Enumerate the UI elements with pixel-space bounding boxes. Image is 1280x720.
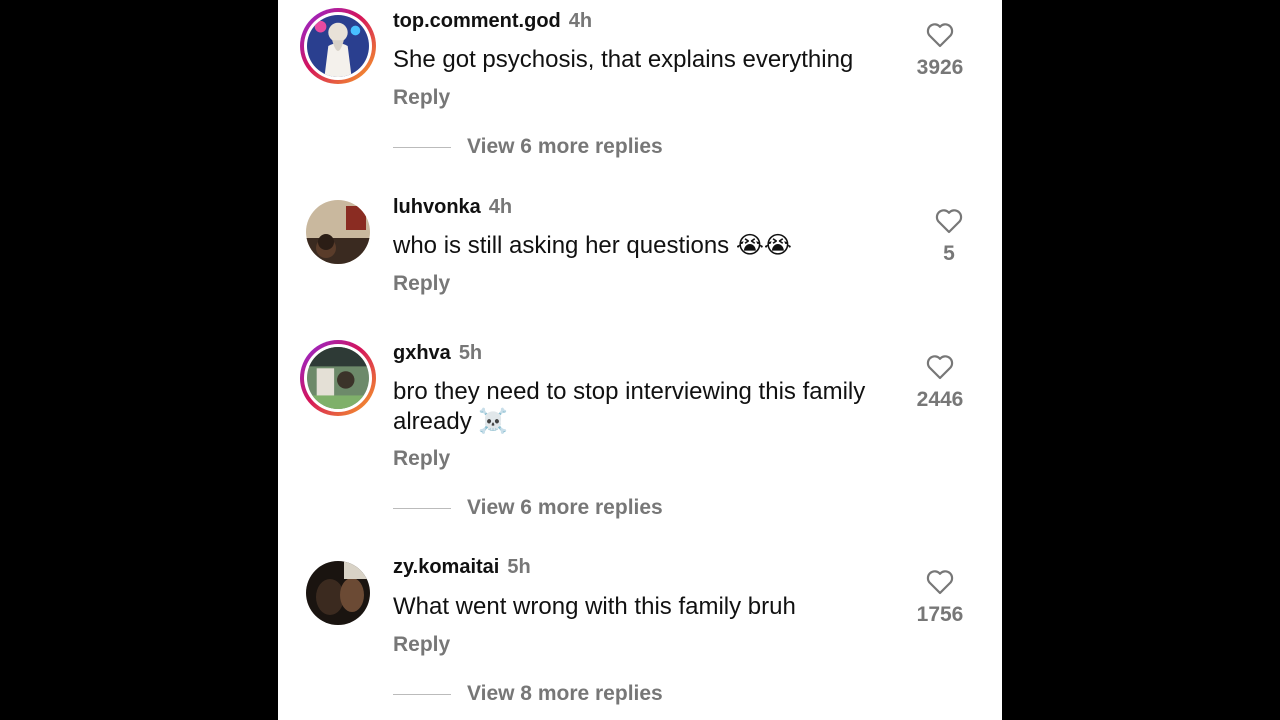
like-count: 2446	[916, 388, 964, 411]
avatar-image	[306, 561, 370, 625]
comment-username[interactable]: top.comment.god	[393, 10, 561, 32]
heart-outline-icon[interactable]	[926, 22, 954, 48]
like-count: 5	[943, 242, 955, 265]
comment-time: 5h	[507, 556, 531, 578]
reply-button[interactable]: Reply	[393, 447, 450, 471]
divider-line	[393, 146, 451, 148]
avatar[interactable]	[300, 8, 376, 84]
view-more-replies[interactable]: View 8 more replies	[393, 682, 663, 706]
view-more-replies-label: View 6 more replies	[467, 496, 663, 519]
comment-username[interactable]: luhvonka	[393, 196, 481, 218]
comment-text: What went wrong with this family bruh	[393, 593, 796, 620]
avatar[interactable]	[306, 200, 370, 264]
comment-time: 4h	[488, 196, 513, 218]
comment-username[interactable]: gxhva	[393, 342, 451, 364]
comments-panel[interactable]: top.comment.god 4h She got psychosis, tha…	[278, 0, 1002, 720]
reply-button[interactable]: Reply	[393, 86, 450, 110]
view-more-replies[interactable]: View 6 more replies	[393, 135, 663, 159]
view-more-replies-label: View 8 more replies	[467, 682, 663, 705]
comment-time: 5h	[458, 342, 483, 364]
heart-outline-icon[interactable]	[935, 208, 963, 234]
avatar-image	[307, 347, 369, 409]
avatar-image	[307, 15, 369, 77]
like-count: 3926	[916, 56, 964, 79]
divider-line	[393, 507, 451, 509]
like-group: 5	[909, 208, 989, 266]
reply-button[interactable]: Reply	[393, 272, 450, 296]
comment-username[interactable]: zy.komaitai	[393, 556, 499, 578]
avatar[interactable]	[306, 561, 370, 625]
reply-button[interactable]: Reply	[393, 633, 450, 657]
avatar-image	[306, 200, 370, 264]
comment-text: She got psychosis, that explains everyth…	[393, 46, 854, 73]
view-more-replies[interactable]: View 6 more replies	[393, 496, 663, 520]
heart-outline-icon[interactable]	[926, 569, 954, 595]
like-group: 2446	[900, 354, 980, 412]
like-group: 1756	[900, 569, 980, 627]
view-more-replies-label: View 6 more replies	[467, 135, 663, 158]
like-count: 1756	[916, 603, 964, 626]
comment-time: 4h	[568, 10, 593, 32]
avatar[interactable]	[300, 340, 376, 416]
divider-line	[393, 693, 451, 695]
comment-text: who is still asking her questions 😭😭	[393, 232, 792, 259]
like-group: 3926	[900, 22, 980, 80]
comment-text: bro they need to stop interviewing this …	[393, 378, 866, 435]
heart-outline-icon[interactable]	[926, 354, 954, 380]
